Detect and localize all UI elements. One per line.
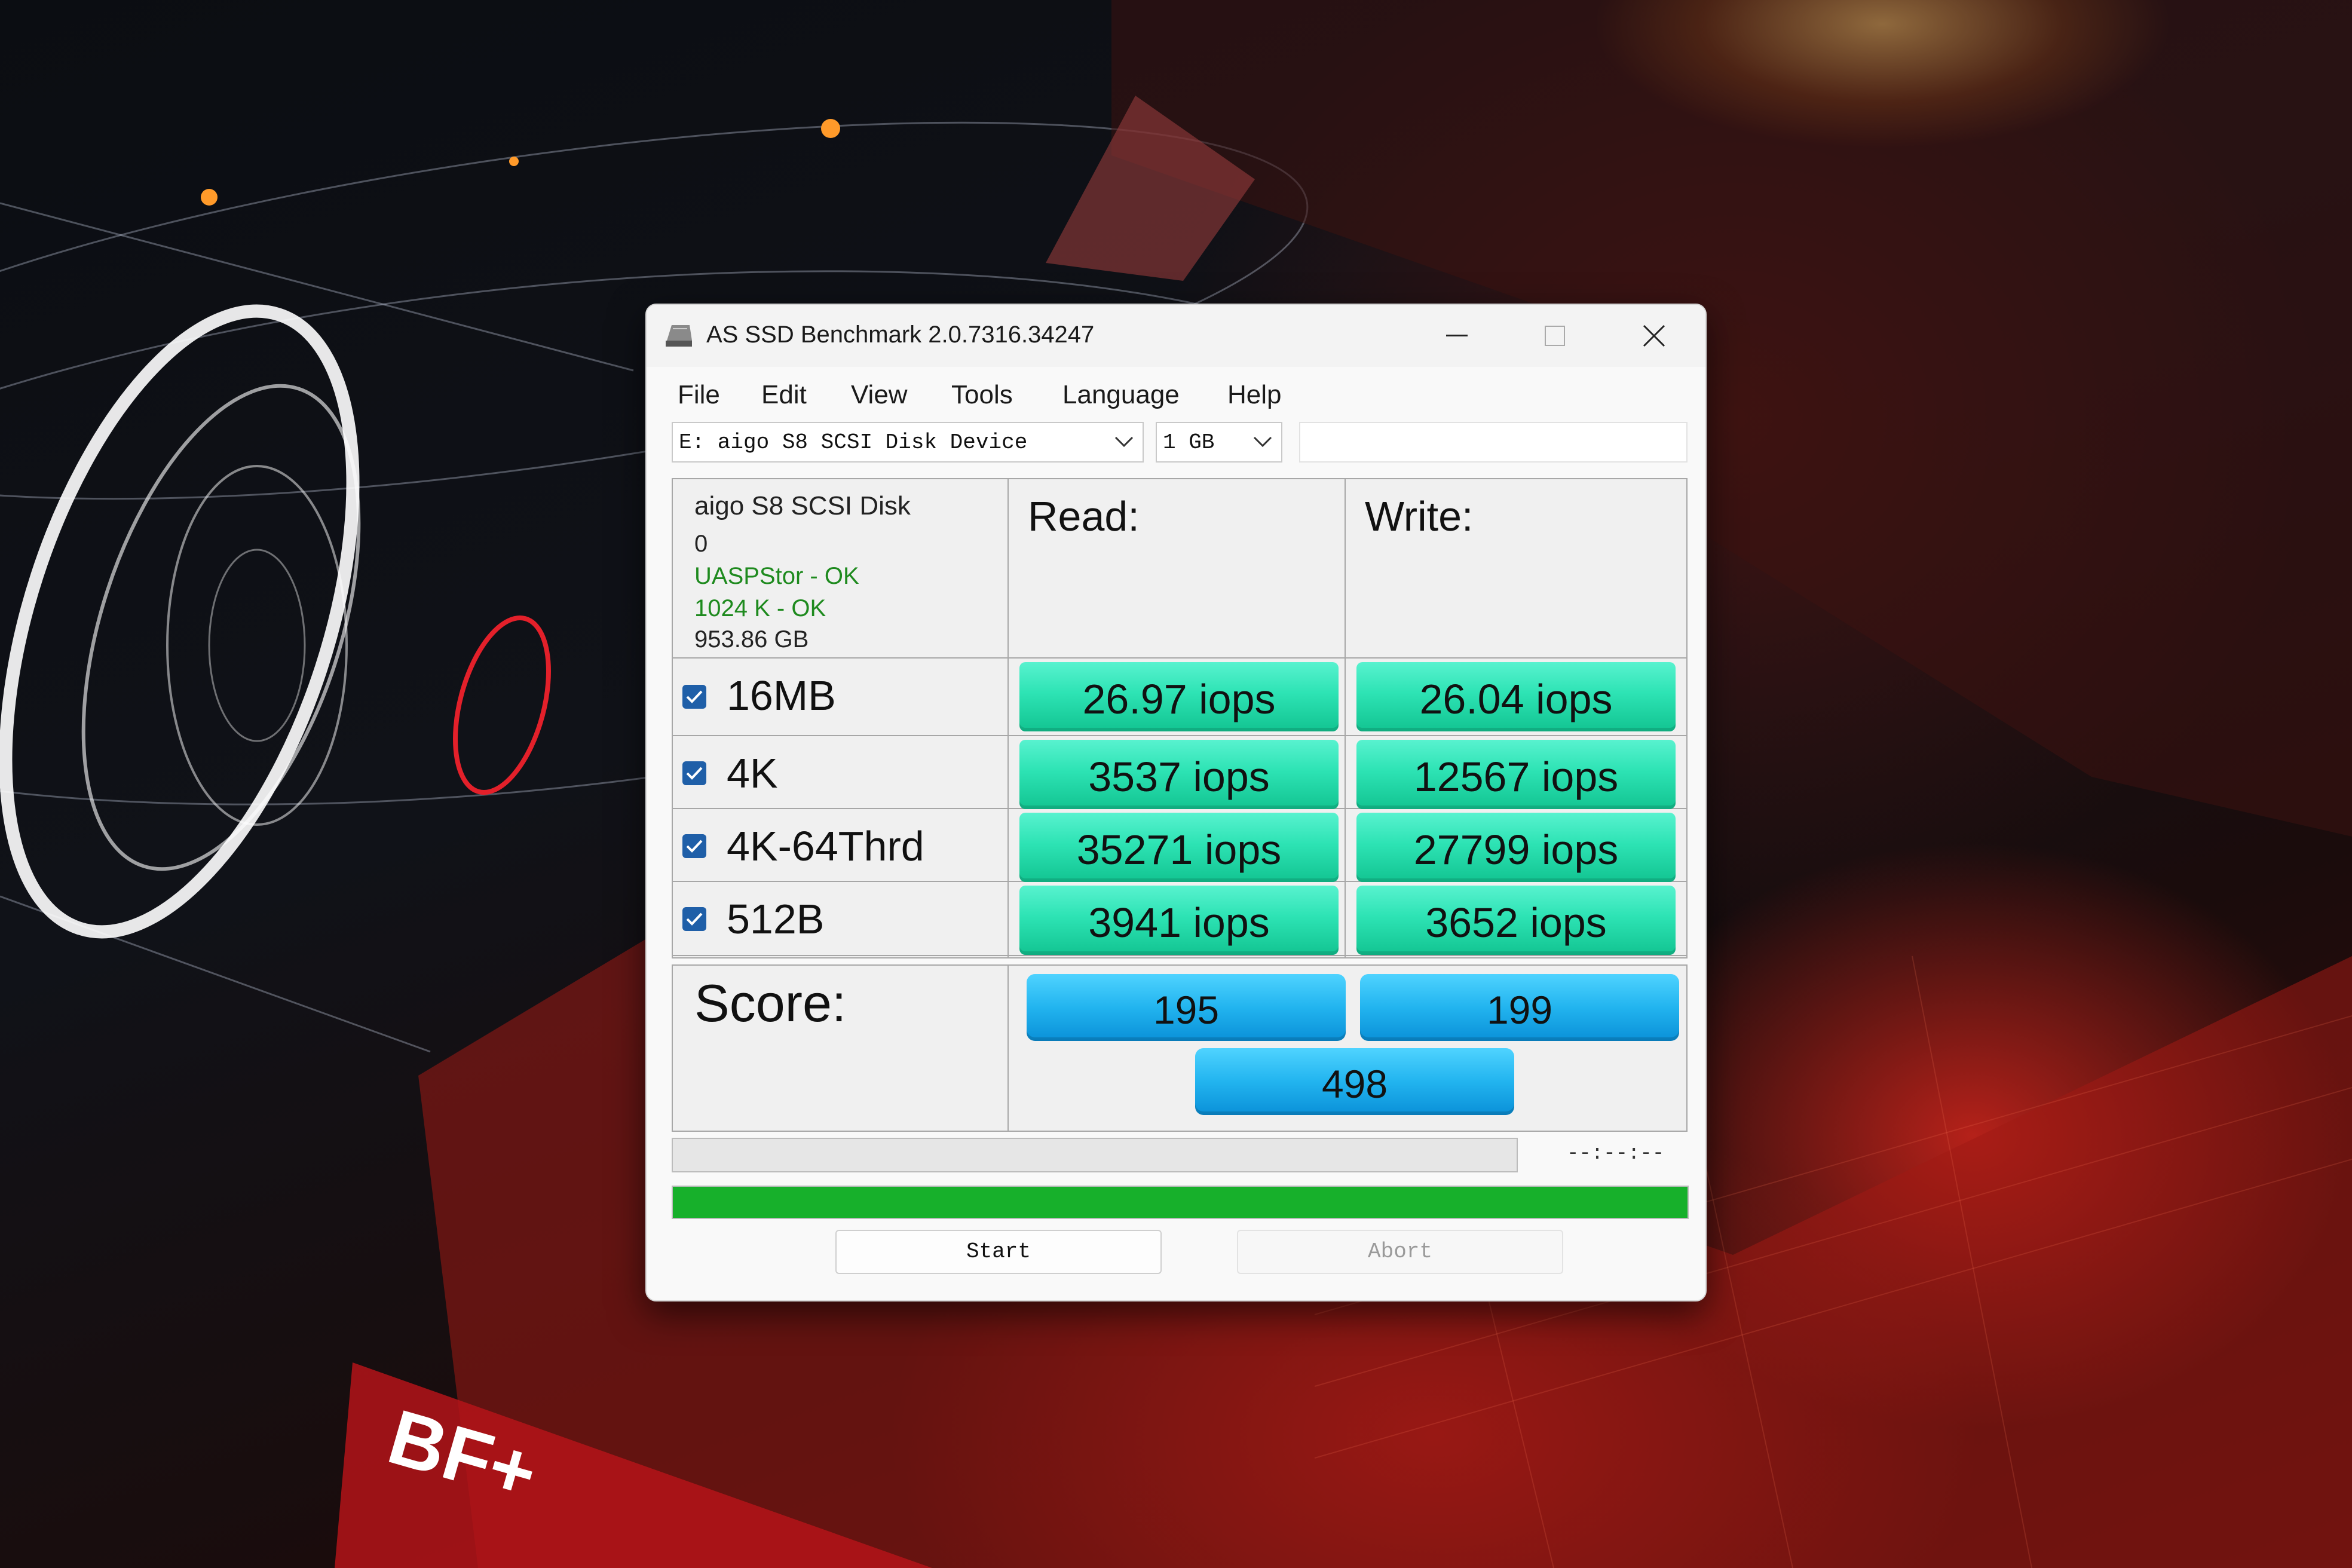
test-checkbox-4k[interactable] [682,761,706,785]
score-read-value: 195 [1153,988,1220,1032]
size-select-value: 1 GB [1163,430,1215,455]
chevron-down-icon [1114,436,1134,448]
write-result-4k: 12567 iops [1356,740,1676,809]
write-value: 12567 iops [1413,754,1619,800]
checkmark-icon [686,912,703,926]
test-checkbox-4k-64thrd[interactable] [682,834,706,858]
driver-status: UASPStor - OK [694,563,859,589]
test-label-16mb: 16MB [727,672,836,719]
write-result-512b: 3652 iops [1356,886,1676,955]
read-value: 26.97 iops [1082,676,1276,722]
chevron-down-icon [1253,436,1272,448]
minimize-button[interactable] [1409,305,1505,367]
drive-capacity: 953.86 GB [694,626,809,653]
score-label: Score: [694,973,847,1033]
read-value: 35271 iops [1076,826,1282,873]
grid-divider [1007,479,1009,958]
write-value: 26.04 iops [1419,676,1613,722]
close-button[interactable] [1606,305,1702,367]
drive-index: 0 [694,531,708,557]
title-bar[interactable]: AS SSD Benchmark 2.0.7316.34247 [647,305,1705,367]
close-icon [1643,324,1665,347]
overall-progress-fill [673,1187,1688,1218]
score-read: 195 [1027,974,1346,1041]
write-value: 27799 iops [1413,826,1619,873]
test-checkbox-512b[interactable] [682,907,706,931]
menu-file[interactable]: File [678,380,720,410]
read-result-512b: 3941 iops [1019,886,1339,955]
read-result-4k-64thrd: 35271 iops [1019,813,1339,882]
grid-divider [673,955,1688,956]
test-label-4k-64thrd: 4K-64Thrd [727,823,924,869]
write-result-16mb: 26.04 iops [1356,662,1676,731]
abort-button[interactable]: Abort [1237,1230,1563,1274]
overall-progress-bar [672,1186,1689,1219]
read-result-4k: 3537 iops [1019,740,1339,809]
checkmark-icon [686,690,703,703]
read-value: 3537 iops [1088,754,1270,800]
write-result-4k-64thrd: 27799 iops [1356,813,1676,882]
maximize-button[interactable] [1507,305,1603,367]
size-select[interactable]: 1 GB [1156,422,1282,463]
write-value: 3652 iops [1425,899,1607,946]
minimize-icon [1446,335,1468,336]
checkmark-icon [686,767,703,780]
as-ssd-window: AS SSD Benchmark 2.0.7316.34247 File Edi… [645,304,1707,1301]
score-write-value: 199 [1486,988,1553,1032]
menu-help[interactable]: Help [1227,380,1282,410]
read-result-16mb: 26.97 iops [1019,662,1339,731]
write-header: Write: [1365,493,1474,540]
menu-view[interactable]: View [851,380,908,410]
grid-divider [673,657,1688,659]
read-value: 3941 iops [1088,899,1270,946]
drive-select-value: E: aigo S8 SCSI Disk Device [679,430,1028,455]
maximize-icon [1545,326,1565,346]
score-total: 498 [1195,1048,1514,1115]
status-field [1299,422,1688,463]
app-drive-icon [666,325,692,347]
grid-divider [673,735,1688,736]
elapsed-time: --:--:-- [1567,1143,1665,1165]
read-header: Read: [1028,493,1140,540]
test-checkbox-16mb[interactable] [682,685,706,709]
menu-bar: File Edit View Tools Language Help [647,373,1705,415]
grid-divider [1007,966,1009,1132]
window-title: AS SSD Benchmark 2.0.7316.34247 [706,321,1095,348]
test-label-512b: 512B [727,896,825,942]
menu-tools[interactable]: Tools [951,380,1013,410]
score-total-value: 498 [1321,1062,1388,1106]
start-button[interactable]: Start [835,1230,1162,1274]
menu-edit[interactable]: Edit [761,380,807,410]
checkmark-icon [686,840,703,853]
test-progress-bar [672,1138,1518,1172]
grid-divider [1345,479,1346,958]
results-grid: aigo S8 SCSI Disk 0 UASPStor - OK 1024 K… [672,478,1688,958]
test-label-4k: 4K [727,750,778,797]
score-write: 199 [1360,974,1679,1041]
alignment-status: 1024 K - OK [694,595,826,621]
drive-select[interactable]: E: aigo S8 SCSI Disk Device [672,422,1144,463]
menu-language[interactable]: Language [1062,380,1180,410]
drive-name: aigo S8 SCSI Disk [694,491,911,520]
